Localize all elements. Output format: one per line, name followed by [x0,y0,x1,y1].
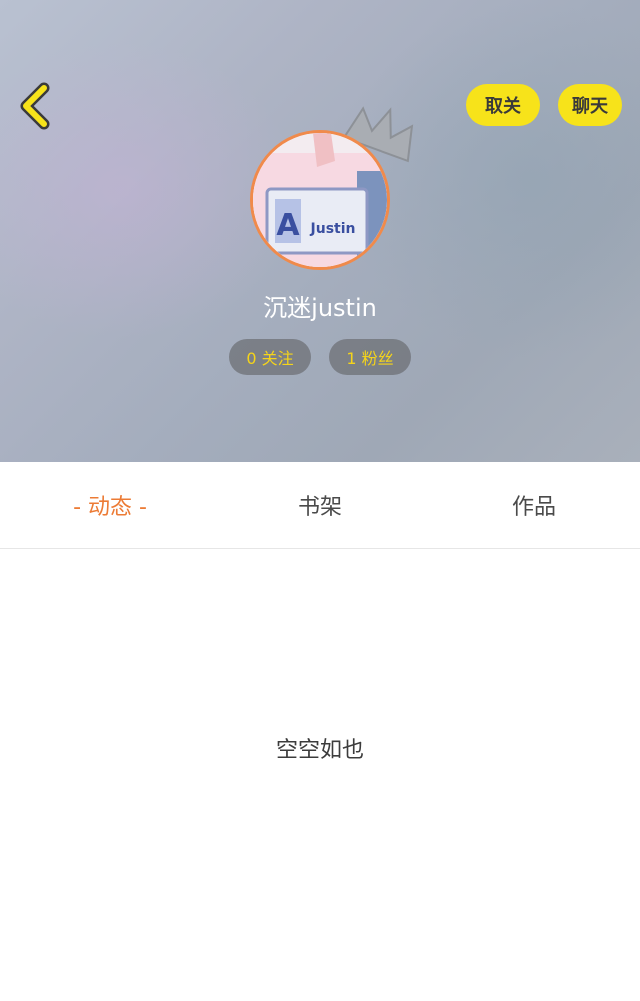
tab-bookshelf[interactable]: 书架 [250,462,390,548]
tab-dynamic[interactable]: - 动态 - [40,462,180,548]
profile-header: 取关 聊天 A Justin 沉迷justin 0 关注 1 粉丝 [0,0,640,462]
tab-works[interactable]: 作品 [464,462,604,548]
username: 沉迷justin [263,294,377,322]
svg-text:Justin: Justin [310,221,356,237]
fans-count-button[interactable]: 1 粉丝 [329,339,411,375]
tab-bar: - 动态 - 书架 作品 [0,462,640,549]
following-count-button[interactable]: 0 关注 [229,339,311,375]
avatar[interactable]: A Justin [250,130,390,270]
avatar-image: A Justin [250,130,390,270]
chevron-left-icon [20,82,50,130]
chat-button[interactable]: 聊天 [558,84,622,126]
empty-state-text: 空空如也 [275,738,364,763]
unfollow-button[interactable]: 取关 [466,84,540,126]
back-button[interactable] [14,82,58,130]
svg-text:A: A [276,208,300,243]
